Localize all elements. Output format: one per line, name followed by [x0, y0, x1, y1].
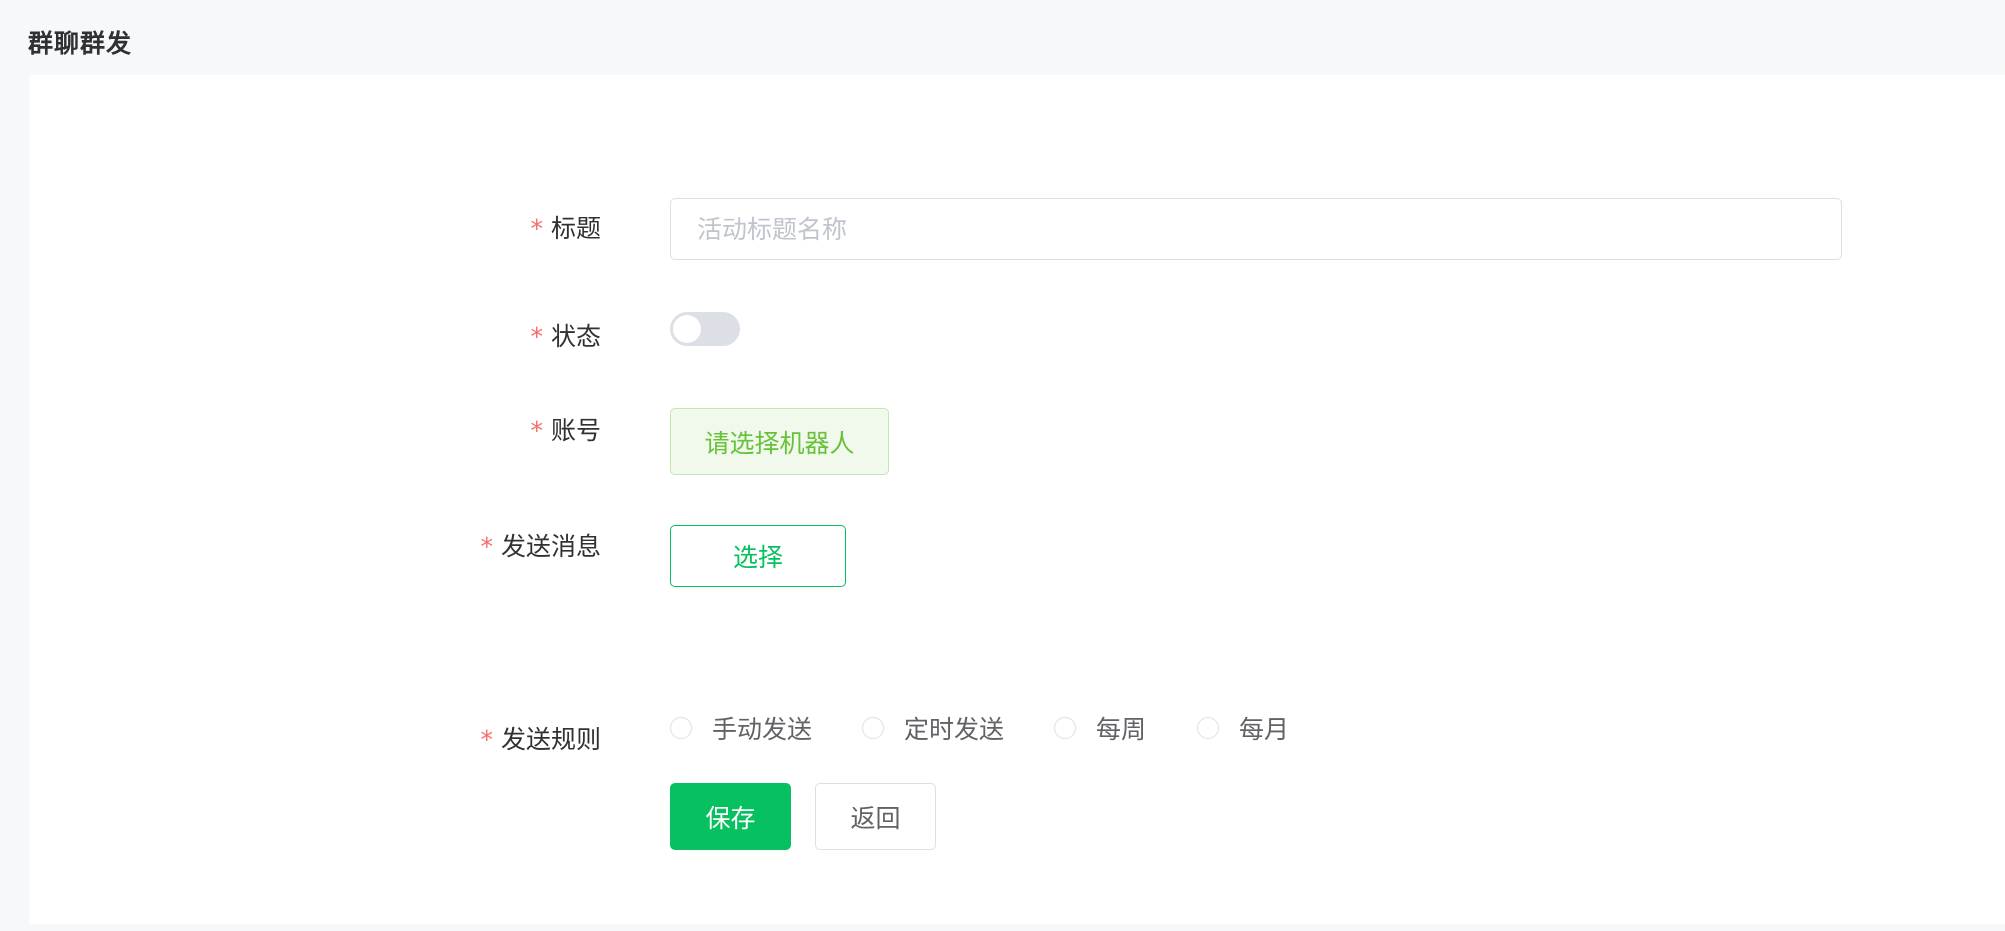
save-button[interactable]: 保存 — [670, 783, 791, 850]
radio-circle-icon — [1197, 717, 1219, 739]
account-row: * 账号 请选择机器人 — [29, 408, 2005, 475]
required-mark: * — [480, 725, 493, 754]
required-mark: * — [530, 214, 543, 243]
rule-label: * 发送规则 — [480, 725, 601, 754]
message-row: * 发送消息 选择 — [29, 525, 2005, 587]
form-card: *标题 *状态 *账号 请选择机器人 *发送消息 选择 *发送规则 — [29, 75, 2005, 924]
rule-row: * 发送规则 手动发送 定时发送 每周 每月 — [29, 710, 2005, 754]
message-label: * 发送消息 — [480, 532, 601, 561]
radio-manual-send[interactable]: 手动发送 — [670, 710, 812, 746]
status-label: * 状态 — [530, 322, 601, 351]
radio-weekly[interactable]: 每周 — [1054, 710, 1146, 746]
status-switch-knob — [673, 315, 701, 343]
account-label: * 账号 — [530, 416, 601, 445]
title-label: * 标题 — [530, 214, 601, 243]
title-row: * 标题 — [29, 198, 2005, 260]
radio-circle-icon — [670, 717, 692, 739]
radio-circle-icon — [1054, 717, 1076, 739]
status-row: * 状态 — [29, 312, 2005, 351]
status-switch[interactable] — [670, 312, 740, 346]
actions-row: 保存 返回 — [29, 783, 2005, 850]
radio-scheduled-send[interactable]: 定时发送 — [862, 710, 1004, 746]
radio-circle-icon — [862, 717, 884, 739]
back-button[interactable]: 返回 — [815, 783, 936, 850]
select-message-button[interactable]: 选择 — [670, 525, 846, 587]
radio-monthly[interactable]: 每月 — [1197, 710, 1289, 746]
page-title: 群聊群发 — [28, 29, 133, 58]
title-input[interactable] — [670, 198, 1842, 260]
required-mark: * — [480, 532, 493, 561]
required-mark: * — [530, 416, 543, 445]
select-robot-button[interactable]: 请选择机器人 — [670, 408, 889, 475]
required-mark: * — [530, 322, 543, 351]
